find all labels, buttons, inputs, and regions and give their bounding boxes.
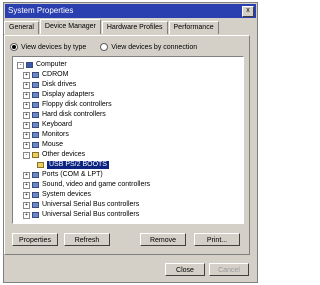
expand-icon[interactable]: + xyxy=(23,201,30,209)
tree-item[interactable]: + Floppy disk controllers xyxy=(23,101,112,109)
disk-icon xyxy=(32,82,39,88)
expand-icon[interactable]: + xyxy=(23,191,30,199)
tree-item-label: System devices xyxy=(42,191,92,198)
collapse-icon[interactable]: - xyxy=(17,61,24,69)
expand-icon[interactable]: + xyxy=(23,111,30,119)
title-bar: System Properties x xyxy=(5,4,256,18)
collapse-icon[interactable]: - xyxy=(23,151,30,159)
tree-item-label: CDROM xyxy=(42,71,69,78)
tree-item[interactable]: + Hard disk controllers xyxy=(23,111,106,119)
tree-item[interactable]: + Keyboard xyxy=(23,121,72,129)
remove-button[interactable]: Remove xyxy=(140,233,186,246)
expand-icon[interactable]: + xyxy=(23,131,30,139)
tree-item-label: Sound, video and game controllers xyxy=(42,181,151,188)
computer-icon xyxy=(26,62,33,68)
tree-item-label: Floppy disk controllers xyxy=(42,101,112,108)
tree-item[interactable]: + System devices xyxy=(23,191,91,199)
tree-item-label: Universal Serial Bus controllers xyxy=(42,201,140,208)
tree-item[interactable]: + CDROM xyxy=(23,71,68,79)
device-tree[interactable]: - Computer + CDROM + Disk drives + Display … xyxy=(12,56,244,224)
cdrom-icon xyxy=(32,72,39,78)
mouse-icon xyxy=(32,142,39,148)
close-button[interactable]: Close xyxy=(165,263,205,276)
view-by-connection-label: View devices by connection xyxy=(111,43,198,51)
warning-icon xyxy=(37,162,44,168)
tab-strip: General Device Manager Hardware Profiles… xyxy=(4,19,220,35)
refresh-button[interactable]: Refresh xyxy=(64,233,110,246)
tree-item[interactable]: + Monitors xyxy=(23,131,69,139)
tab-device-manager[interactable]: Device Manager xyxy=(39,19,101,34)
tab-performance[interactable]: Performance xyxy=(168,21,219,34)
tree-item[interactable]: + Universal Serial Bus controllers xyxy=(23,201,139,209)
expand-icon[interactable]: + xyxy=(23,141,30,149)
tree-item-label: USB PS/2 BOOTS xyxy=(47,161,109,169)
tree-item[interactable]: - Other devices xyxy=(23,151,85,159)
tree-item-label: Mouse xyxy=(42,141,64,148)
floppy-icon xyxy=(32,102,39,108)
hdd-icon xyxy=(32,112,39,118)
tree-item-label: Other devices xyxy=(42,151,86,158)
expand-icon[interactable]: + xyxy=(23,211,30,219)
tree-item-label: Monitors xyxy=(42,131,69,138)
print-button[interactable]: Print... xyxy=(194,233,240,246)
keyboard-icon xyxy=(32,122,39,128)
close-icon[interactable]: x xyxy=(242,6,254,17)
monitor-icon xyxy=(32,132,39,138)
view-mode-options: View devices by type View devices by con… xyxy=(10,43,197,51)
tree-root[interactable]: - Computer xyxy=(17,61,67,69)
tree-item-selected[interactable]: USB PS/2 BOOTS xyxy=(37,161,109,169)
window-title: System Properties xyxy=(8,6,74,15)
view-by-type-option[interactable]: View devices by type xyxy=(10,43,86,51)
radio-selected-icon xyxy=(10,43,18,51)
radio-unselected-icon xyxy=(100,43,109,51)
usb-icon xyxy=(32,212,39,218)
tree-item[interactable]: + Sound, video and game controllers xyxy=(23,181,150,189)
system-icon xyxy=(32,192,39,198)
tree-root-label: Computer xyxy=(36,61,67,68)
expand-icon[interactable]: + xyxy=(23,71,30,79)
tree-item[interactable]: + Disk drives xyxy=(23,81,76,89)
cancel-button[interactable]: Cancel xyxy=(209,263,249,276)
tree-item[interactable]: + Universal Serial Bus controllers xyxy=(23,211,139,219)
expand-icon[interactable]: + xyxy=(23,171,30,179)
warning-icon xyxy=(32,152,39,158)
expand-icon[interactable]: + xyxy=(23,121,30,129)
tree-item-label: Disk drives xyxy=(42,81,77,88)
sound-icon xyxy=(32,182,39,188)
tree-item-label: Display adapters xyxy=(42,91,95,98)
display-icon xyxy=(32,92,39,98)
tab-hardware-profiles[interactable]: Hardware Profiles xyxy=(101,21,168,34)
properties-button[interactable]: Properties xyxy=(12,233,58,246)
expand-icon[interactable]: + xyxy=(23,81,30,89)
usb-icon xyxy=(32,202,39,208)
tree-item-label: Universal Serial Bus controllers xyxy=(42,211,140,218)
tree-item-label: Keyboard xyxy=(42,121,72,128)
expand-icon[interactable]: + xyxy=(23,91,30,99)
tree-item-label: Ports (COM & LPT) xyxy=(42,171,103,178)
tree-item-label: Hard disk controllers xyxy=(42,111,106,118)
tab-general[interactable]: General xyxy=(4,21,39,34)
tree-item[interactable]: + Mouse xyxy=(23,141,63,149)
port-icon xyxy=(32,172,39,178)
tree-item[interactable]: + Ports (COM & LPT) xyxy=(23,171,103,179)
expand-icon[interactable]: + xyxy=(23,101,30,109)
view-by-connection-option[interactable]: View devices by connection xyxy=(100,43,197,51)
view-by-type-label: View devices by type xyxy=(21,43,87,51)
tree-item[interactable]: + Display adapters xyxy=(23,91,94,99)
expand-icon[interactable]: + xyxy=(23,181,30,189)
